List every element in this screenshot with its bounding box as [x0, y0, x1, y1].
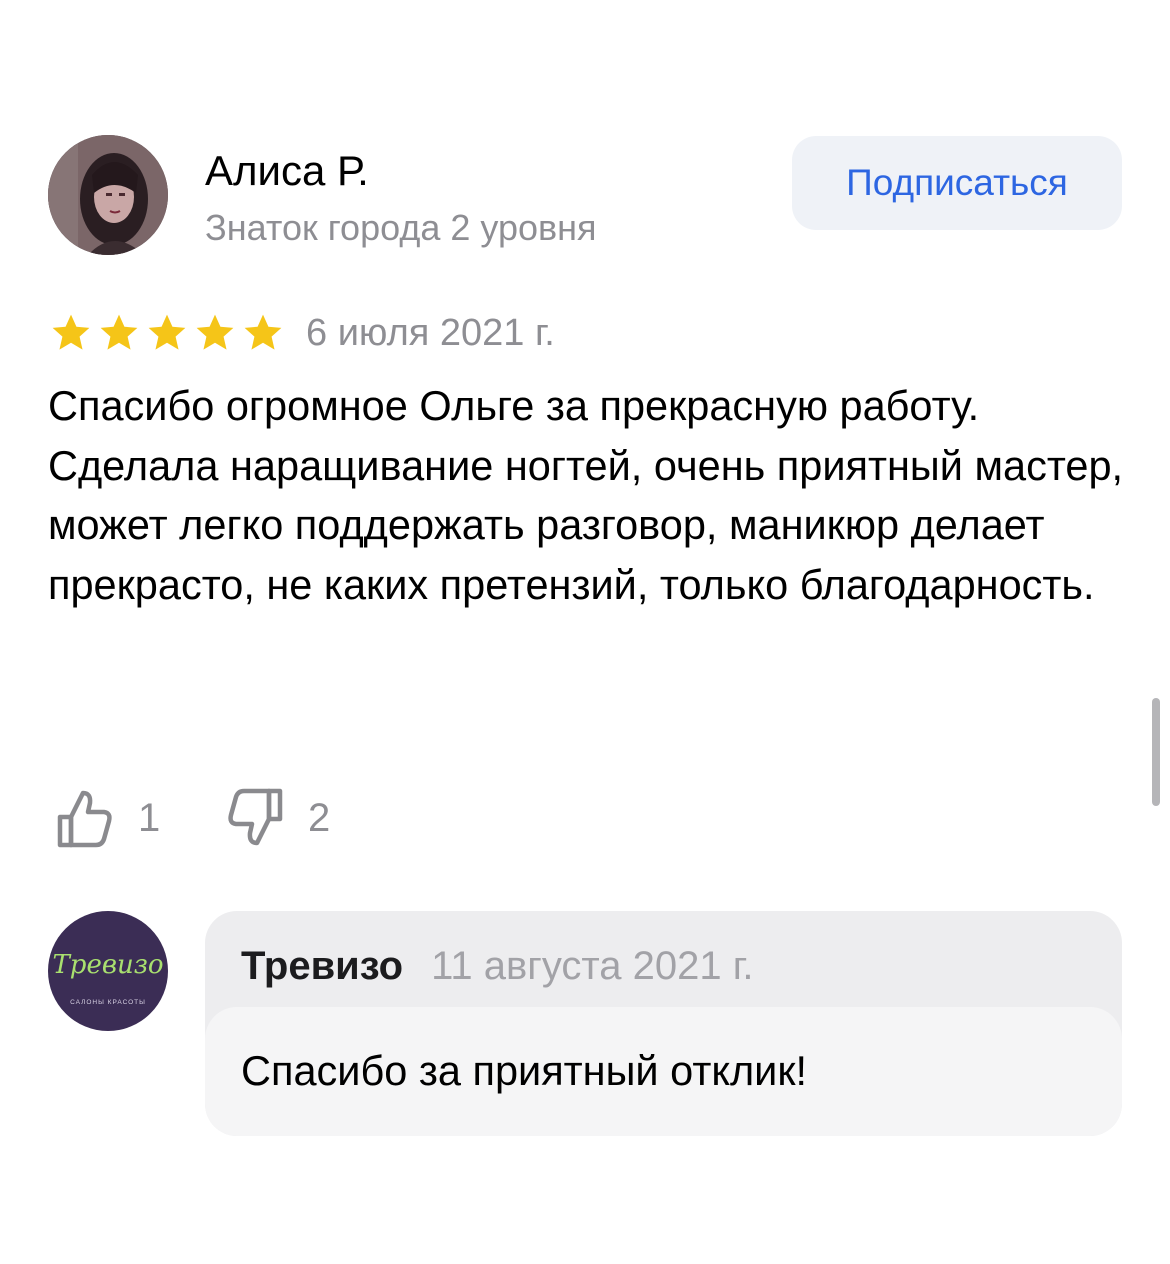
author-name[interactable]: Алиса Р.: [205, 146, 369, 196]
like-button[interactable]: 1: [56, 786, 160, 850]
like-count: 1: [138, 796, 161, 840]
reply-body: Спасибо за приятный отклик!: [205, 1007, 1122, 1136]
rating-stars: [50, 312, 284, 354]
review-text: Спасибо огромное Ольге за прекрасную раб…: [48, 376, 1128, 614]
dislike-count: 2: [308, 796, 331, 840]
reply-date: 11 августа 2021 г.: [431, 944, 754, 988]
reply-header: Тревизо 11 августа 2021 г.: [241, 941, 754, 991]
organization-logo-subtext: САЛОНЫ КРАСОТЫ: [70, 999, 146, 1006]
star-icon: [196, 314, 234, 350]
organization-logo-text: Тревизо: [52, 950, 164, 980]
star-icon: [52, 314, 90, 350]
star-icon: [148, 314, 186, 350]
author-avatar[interactable]: [48, 135, 168, 255]
thumbs-down-icon: [228, 788, 283, 846]
dislike-button[interactable]: 2: [226, 786, 330, 850]
avatar-photo-icon: [48, 135, 168, 255]
organization-logo[interactable]: Тревизо САЛОНЫ КРАСОТЫ: [48, 911, 168, 1031]
reply-text: Спасибо за приятный отклик!: [241, 1047, 808, 1094]
owner-reply: Тревизо 11 августа 2021 г. Спасибо за пр…: [205, 911, 1122, 1136]
thumbs-up-icon: [57, 790, 112, 848]
review-text-paragraph: Сделала наращивание ногтей, очень приятн…: [48, 441, 1124, 608]
review-date: 6 июля 2021 г.: [306, 312, 555, 354]
subscribe-button[interactable]: Подписаться: [792, 136, 1122, 230]
star-icon: [244, 314, 282, 350]
review-text-paragraph: Спасибо огромное Ольге за прекрасную раб…: [48, 382, 980, 429]
star-icon: [100, 314, 138, 350]
scrollbar[interactable]: [1152, 698, 1160, 806]
author-level: Знаток города 2 уровня: [205, 207, 597, 248]
reply-author[interactable]: Тревизо: [241, 941, 403, 991]
